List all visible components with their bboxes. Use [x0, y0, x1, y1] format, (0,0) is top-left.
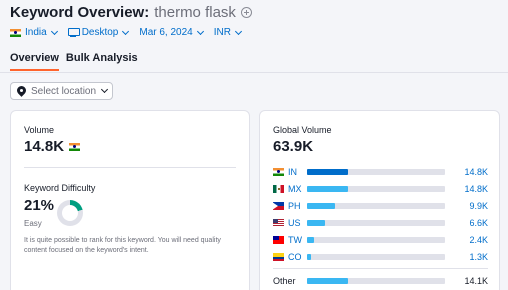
currency-label: INR [213, 27, 231, 38]
volume-card: Volume 14.8K Keyword Difficulty 21% Easy… [10, 110, 250, 290]
country-label: India [25, 27, 47, 38]
list-divider [273, 268, 488, 269]
keyword-difficulty-label: Keyword Difficulty [24, 183, 96, 193]
volume-bar-track [307, 202, 445, 209]
keyword-difficulty-value: 21% [24, 197, 55, 214]
other-volume: 14.1K [464, 275, 488, 286]
chevron-down-icon [50, 27, 58, 35]
india-flag-icon [273, 167, 284, 176]
taiwan-flag-icon [273, 235, 284, 244]
country-volume[interactable]: 9.9K [445, 201, 488, 211]
location-pin-icon [17, 86, 26, 96]
india-flag-icon [10, 28, 21, 37]
india-flag-icon [69, 142, 81, 151]
country-volume[interactable]: 2.4K [445, 235, 488, 245]
country-code[interactable]: CO [288, 252, 306, 262]
keyword-title: thermo flask [154, 3, 236, 21]
country-volume[interactable]: 1.3K [445, 252, 488, 262]
country-code[interactable]: MX [288, 184, 306, 194]
philippines-flag-icon [273, 201, 284, 210]
volume-bar-fill [307, 168, 349, 175]
chevron-down-icon [234, 27, 243, 35]
country-row-ph: PH 9.9K [273, 197, 488, 214]
country-volume[interactable]: 14.8K [445, 184, 488, 194]
page-header: Keyword Overview: thermo flask India Des… [10, 3, 498, 39]
filters-bar: India Desktop Mar 6, 2024 INR [10, 26, 498, 39]
country-dropdown[interactable]: India [10, 27, 58, 38]
add-circle-icon[interactable] [240, 6, 252, 18]
chevron-down-icon [122, 27, 130, 35]
select-location-label: Select location [31, 85, 97, 97]
volume-bar-fill [307, 219, 325, 226]
global-volume-value: 63.9K [273, 138, 314, 155]
mexico-flag-icon [273, 184, 284, 193]
usa-flag-icon [273, 218, 284, 227]
volume-bar-track [307, 185, 445, 192]
volume-bar-track [307, 168, 445, 175]
country-row-us: US 6.6K [273, 214, 488, 231]
tab-bulk-analysis[interactable]: Bulk Analysis [66, 52, 138, 71]
card-divider [24, 167, 236, 168]
chevron-down-icon [196, 27, 204, 35]
keyword-difficulty-description: It is quite possible to rank for this ke… [24, 237, 221, 254]
volume-bar-fill [307, 253, 312, 260]
date-dropdown[interactable]: Mar 6, 2024 [139, 27, 204, 38]
country-row-in: IN 14.8K [273, 163, 488, 180]
country-row-other: Other 14.1K [273, 272, 488, 289]
global-volume-label: Global Volume [273, 125, 332, 135]
title-row: Keyword Overview: thermo flask [10, 3, 498, 21]
volume-bar-fill [307, 236, 314, 243]
country-row-tw: TW 2.4K [273, 231, 488, 248]
select-location-button[interactable]: Select location [10, 82, 113, 100]
volume-bar-track [307, 277, 445, 284]
currency-dropdown[interactable]: INR [213, 27, 243, 38]
page-title: Keyword Overview: [10, 3, 150, 21]
device-label: Desktop [81, 27, 119, 38]
volume-bar-track [307, 219, 445, 226]
country-volume[interactable]: 6.6K [445, 218, 488, 228]
chevron-down-icon [101, 85, 109, 94]
country-code[interactable]: IN [288, 167, 306, 177]
volume-bar-fill [307, 277, 349, 284]
volume-value-row: 14.8K [24, 138, 81, 155]
tab-overview[interactable]: Overview [10, 52, 59, 71]
device-dropdown[interactable]: Desktop [67, 27, 130, 38]
country-code[interactable]: TW [288, 235, 306, 245]
other-label: Other [273, 275, 296, 286]
country-volume-list: IN 14.8K MX 14.8K PH 9.9K US 6.6K TW 2.4… [273, 163, 488, 289]
tabs-divider [0, 72, 508, 73]
volume-value: 14.8K [24, 138, 65, 155]
date-label: Mar 6, 2024 [139, 27, 193, 38]
country-code[interactable]: US [288, 218, 306, 228]
volume-bar-track [307, 253, 445, 260]
volume-bar-track [307, 236, 445, 243]
desktop-icon [67, 28, 80, 37]
volume-bar-fill [307, 202, 335, 209]
country-code[interactable]: PH [288, 201, 306, 211]
volume-bar-fill [307, 185, 349, 192]
country-volume[interactable]: 14.8K [445, 167, 488, 177]
difficulty-donut-chart [57, 200, 83, 226]
volume-label: Volume [24, 125, 55, 135]
global-volume-card: Global Volume 63.9K IN 14.8K MX 14.8K PH… [259, 110, 500, 290]
tab-bar: Overview Bulk Analysis [10, 52, 145, 71]
keyword-difficulty-level: Easy [24, 219, 42, 228]
country-row-co: CO 1.3K [273, 248, 488, 265]
colombia-flag-icon [273, 252, 284, 261]
country-row-mx: MX 14.8K [273, 180, 488, 197]
